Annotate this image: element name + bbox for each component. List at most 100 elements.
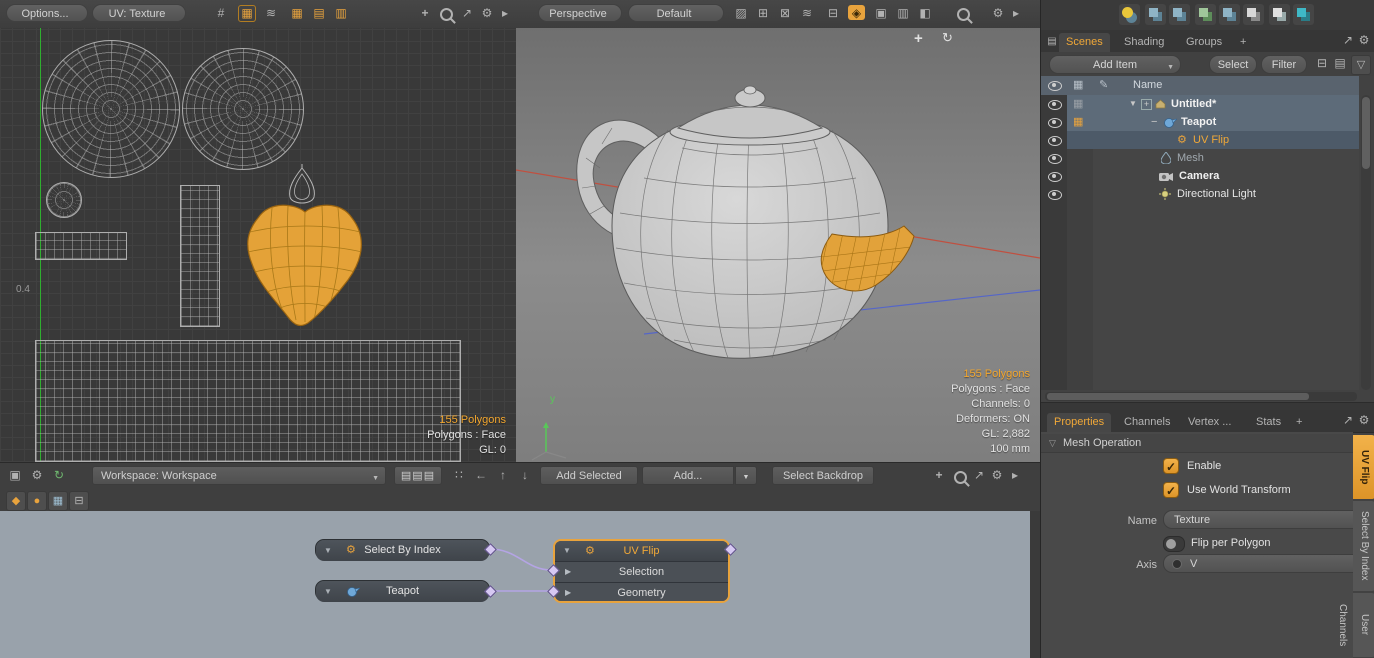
uv-align-icon[interactable]: ▥ [332,5,350,22]
camera-view-dropdown[interactable]: Perspective [538,4,622,22]
section-collapse-icon[interactable]: ▽ [1049,434,1056,452]
tab-groups[interactable]: Groups [1179,33,1229,52]
eye-icon[interactable] [1048,154,1062,164]
render-orb-icon[interactable] [1119,4,1140,25]
nav-up-icon[interactable]: ↑ [494,467,512,484]
item-cube-icon[interactable] [1145,4,1166,25]
uv-show-image-icon[interactable]: ▦ [238,5,256,22]
enable-checkbox[interactable]: ✓ [1163,458,1179,474]
side-tab-user-channels[interactable]: User Channels [1353,593,1374,657]
tree-row-uv-flip[interactable]: ⚙ UV Flip [1041,131,1359,149]
viewport3d-zoom-icon[interactable] [957,8,970,21]
shading-mode-dropdown[interactable]: Default [628,4,724,22]
eye-icon[interactable] [1048,136,1062,146]
shade-style-icon[interactable]: ▨ [732,5,750,22]
tree-horizontal-scrollbar[interactable] [1045,392,1357,401]
axis-dropdown[interactable]: V ▼ [1163,554,1374,573]
uv-island-strip-vertical[interactable] [180,185,220,327]
node-teapot[interactable]: ▼ Teapot [315,580,490,601]
uv-canvas[interactable]: 0.4 155 Polygons Polygons : Face GL: 0 [0,28,516,462]
filter-funnel-icon[interactable]: ▽ [1351,55,1371,75]
side-tab-select-by-index[interactable]: Select By Index [1353,501,1374,591]
render-column-icon[interactable]: ▦ [1073,76,1083,95]
grid-toggle-icon[interactable]: ≋ [798,5,816,22]
tree-row-camera[interactable]: Camera [1041,167,1359,185]
schematic-link-icon[interactable]: ∷ [450,467,468,484]
uv-flip-geometry-input[interactable]: ▶ Geometry [555,582,728,603]
uv-island-disc-medium[interactable] [182,48,304,170]
filter-circle-icon[interactable]: ● [27,491,47,511]
viewport3d-gear-icon[interactable]: ⚙ [989,5,1007,22]
tab-channels[interactable]: Channels [1117,413,1177,432]
tab-add[interactable]: + [1289,413,1309,432]
active-tool-icon[interactable]: ◈ [848,5,865,20]
tree-row-untitled[interactable]: ▦ ▼ + Untitled* [1041,95,1359,113]
uv-options-button[interactable]: Options... [6,4,88,22]
schematic-pan-icon[interactable]: + [930,467,948,484]
node-select-by-index[interactable]: ▼ ⚙ Select By Index [315,539,490,560]
scrollbar-thumb[interactable] [1047,393,1309,400]
tab-scenes[interactable]: Scenes [1059,33,1110,52]
select-backdrop-button[interactable]: Select Backdrop [772,466,874,485]
eye-icon[interactable] [1048,172,1062,182]
schematic-edit-icon[interactable]: ▣ [6,467,24,484]
panel-gear-icon[interactable]: ⚙ [1355,412,1373,429]
uv-maximize-icon[interactable]: ↗ [458,5,476,22]
uv-more-icon[interactable]: ▸ [496,5,514,22]
add-child-icon[interactable]: + [1141,99,1152,110]
filter-button[interactable]: Filter [1261,55,1307,74]
teal-cube-icon[interactable] [1293,4,1314,25]
use-world-transform-checkbox[interactable]: ✓ [1163,482,1179,498]
viewport-rotate-icon[interactable]: ↻ [942,30,953,46]
node-collapse-icon[interactable]: ▼ [563,541,571,561]
workspace-dropdown[interactable]: Workspace: Workspace ▼ [92,466,386,485]
uv-island-disc-large[interactable] [42,40,180,178]
render-toggle-icon[interactable]: ▦ [1073,113,1083,131]
ghost-mode-icon[interactable]: ▣ [872,5,890,22]
schematic-zoom-icon[interactable] [954,471,967,484]
merge-cube-icon[interactable] [1243,4,1264,25]
schematic-refresh-icon[interactable]: ↻ [50,467,68,484]
visibility-toggle-icon[interactable]: ⊟ [824,5,842,22]
uv-island-grid-large[interactable] [35,340,461,462]
tree-vertical-scrollbar[interactable] [1361,95,1371,390]
list-style-icon[interactable]: ▤ [1331,55,1349,72]
tree-row-directional-light[interactable]: Directional Light [1041,185,1359,203]
tab-shading[interactable]: Shading [1117,33,1171,52]
nav-down-icon[interactable]: ↓ [516,467,534,484]
viewport3d-canvas[interactable]: y + ↻ 155 Polygons Polygons : Face Chann… [516,28,1040,462]
node-collapse-icon[interactable]: ▼ [324,540,332,561]
uv-pan-icon[interactable]: + [416,5,434,22]
add-dropdown-arrow[interactable]: ▼ [735,466,757,485]
uv-distortion-icon[interactable]: ≋ [262,5,280,22]
add-item-dropdown[interactable]: Add Item ▼ [1049,55,1181,74]
schematic-view-mode-buttons[interactable]: ▤▤▤ [394,466,442,485]
edit-column-icon[interactable]: ✎ [1099,76,1108,95]
tree-row-mesh[interactable]: Mesh [1041,149,1359,167]
schematic-maximize-icon[interactable]: ↗ [970,467,988,484]
schematic-add-node-icon[interactable]: ⚙ [28,467,46,484]
uv-zoom-icon[interactable] [440,8,453,21]
node-graph-canvas[interactable]: ▼ ⚙ Select By Index ▼ Teapot [0,511,1040,658]
eye-icon[interactable] [1048,190,1062,200]
panel-gear-icon[interactable]: ⚙ [1355,32,1373,49]
eye-icon[interactable] [1048,100,1062,110]
proxy-mode-icon[interactable]: ▥ [894,5,912,22]
tab-properties[interactable]: Properties [1047,413,1111,432]
uv-island-disc-small[interactable] [46,182,82,218]
uv-settings-gear-icon[interactable]: ⚙ [478,5,496,22]
scrollbar-thumb[interactable] [1362,97,1370,169]
filter-diamond-icon[interactable]: ◆ [6,491,26,511]
schematic-more-icon[interactable]: ▸ [1006,467,1024,484]
duplicate-cube-icon[interactable] [1169,4,1190,25]
mesh-operation-section-header[interactable]: ▽ Mesh Operation [1041,434,1353,453]
instance-cube-icon[interactable] [1195,4,1216,25]
nav-back-icon[interactable]: ← [472,467,490,484]
add-selected-button[interactable]: Add Selected [540,466,638,485]
flip-per-polygon-toggle[interactable] [1163,536,1185,552]
uv-grid-snap-icon[interactable]: # [212,5,230,22]
uv-texture-dropdown[interactable]: UV: Texture [92,4,186,22]
backface-toggle-icon[interactable]: ⊠ [776,5,794,22]
select-button[interactable]: Select [1209,55,1257,74]
tab-stats[interactable]: Stats [1249,413,1288,432]
